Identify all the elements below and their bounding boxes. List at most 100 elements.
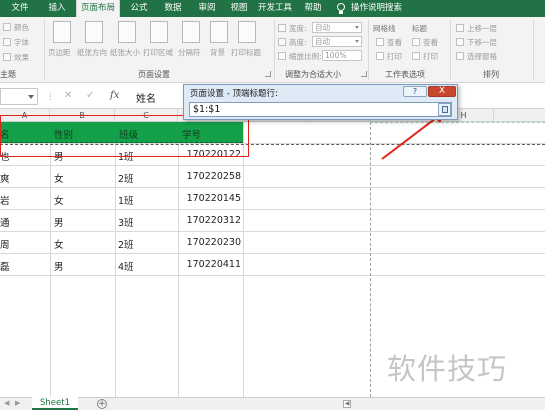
sheet-tab[interactable]: Sheet1 bbox=[32, 397, 78, 410]
sheet-bar: ◀ ▶ Sheet1 + ◀ bbox=[0, 397, 545, 410]
formula-bar-content[interactable]: 姓名 bbox=[136, 90, 156, 105]
table-cell[interactable]: 磊 bbox=[0, 259, 10, 273]
grid-line bbox=[0, 187, 545, 188]
insert-function-icon[interactable]: fx bbox=[110, 90, 119, 101]
margins-button[interactable]: 页边距 bbox=[48, 47, 71, 58]
height-value: 自动 bbox=[315, 37, 330, 46]
table-cell[interactable]: 男 bbox=[54, 259, 64, 273]
group-separator bbox=[274, 20, 275, 80]
table-cell[interactable]: 4班 bbox=[118, 259, 134, 273]
headings-print-label: 打印 bbox=[423, 52, 438, 61]
enter-icon[interactable]: ✓ bbox=[86, 90, 94, 101]
table-cell[interactable]: 岩 bbox=[0, 193, 10, 207]
formula-bar-handle: ⋮ bbox=[46, 92, 55, 102]
grid-line bbox=[0, 165, 545, 166]
chevron-down-icon bbox=[28, 95, 34, 99]
name-box[interactable] bbox=[0, 88, 38, 105]
selection-pane-icon bbox=[456, 52, 464, 60]
headings-view-label: 查看 bbox=[423, 38, 438, 47]
width-icon bbox=[278, 24, 286, 32]
watermark: 软件技巧 bbox=[387, 352, 508, 386]
theme-effects-button[interactable]: 效果 bbox=[14, 52, 29, 63]
orientation-icon bbox=[85, 21, 103, 43]
group-label-arrange: 排列 bbox=[483, 70, 499, 79]
breaks-button[interactable]: 分隔符 bbox=[178, 47, 201, 58]
group-label-page-setup: 页面设置 bbox=[138, 70, 170, 79]
next-sheet-icon[interactable]: ▶ bbox=[15, 399, 20, 407]
close-button[interactable]: X bbox=[428, 86, 456, 97]
print-area-button[interactable]: 打印区域 bbox=[143, 47, 173, 58]
tell-me-search[interactable]: 操作说明搜索 bbox=[351, 0, 402, 17]
tab-developer[interactable]: 开发工具 bbox=[253, 0, 297, 17]
colors-icon bbox=[3, 23, 11, 31]
table-cell[interactable]: 周 bbox=[0, 237, 10, 251]
selection-pane-button[interactable]: 选择窗格 bbox=[467, 51, 497, 62]
effects-icon bbox=[3, 53, 11, 61]
grid-line bbox=[0, 253, 545, 254]
table-cell[interactable]: 女 bbox=[54, 237, 64, 251]
headings-view-checkbox[interactable] bbox=[412, 38, 420, 46]
print-titles-icon bbox=[238, 21, 256, 43]
gridlines-print-checkbox[interactable] bbox=[376, 52, 384, 60]
size-icon bbox=[118, 21, 136, 43]
scroll-left-icon[interactable]: ◀ bbox=[343, 400, 351, 408]
table-cell[interactable]: 2班 bbox=[118, 237, 134, 251]
table-cell[interactable]: 男 bbox=[54, 215, 64, 229]
tab-file[interactable]: 文件 bbox=[0, 0, 40, 17]
headings-print-checkbox[interactable] bbox=[412, 52, 420, 60]
table-cell[interactable]: 女 bbox=[54, 171, 64, 185]
scale-icon bbox=[278, 52, 286, 60]
table-cell[interactable]: 通 bbox=[0, 215, 10, 229]
tab-help[interactable]: 帮助 bbox=[296, 0, 330, 17]
theme-fonts-button[interactable]: 字体 bbox=[14, 37, 29, 48]
tab-review[interactable]: 审阅 bbox=[190, 0, 224, 17]
size-button[interactable]: 纸张大小 bbox=[110, 47, 140, 58]
width-select[interactable]: 自动 bbox=[312, 22, 362, 33]
cancel-icon[interactable]: ✕ bbox=[64, 90, 72, 101]
table-cell[interactable]: 170220312 bbox=[180, 215, 241, 226]
title-rows-input[interactable]: $1:$1 bbox=[189, 102, 452, 117]
table-cell[interactable]: 3班 bbox=[118, 215, 134, 229]
scale-spinner[interactable]: 100% bbox=[322, 50, 362, 61]
table-cell[interactable]: 170220258 bbox=[180, 171, 241, 182]
bring-forward-button[interactable]: 上移一层 bbox=[467, 23, 497, 34]
height-select[interactable]: 自动 bbox=[312, 36, 362, 47]
gridlines-view-checkbox[interactable] bbox=[376, 38, 384, 46]
scale-label: 缩放比例: bbox=[289, 52, 322, 61]
grid-line bbox=[243, 122, 244, 397]
gridlines-label: 网格线 bbox=[373, 24, 396, 33]
print-area-icon bbox=[150, 21, 168, 43]
tab-view[interactable]: 视图 bbox=[222, 0, 256, 17]
tab-formulas[interactable]: 公式 bbox=[122, 0, 156, 17]
page-break-line bbox=[370, 122, 371, 397]
annotation-highlight-box bbox=[0, 115, 249, 157]
orientation-button[interactable]: 纸张方向 bbox=[77, 47, 107, 58]
chevron-down-icon bbox=[355, 40, 359, 43]
grid-line bbox=[0, 231, 545, 232]
table-cell[interactable]: 2班 bbox=[118, 171, 134, 185]
help-button[interactable]: ? bbox=[403, 86, 427, 97]
prev-sheet-icon[interactable]: ◀ bbox=[4, 399, 9, 407]
expand-dialog-button[interactable] bbox=[438, 103, 451, 116]
page-setup-launcher-icon[interactable] bbox=[265, 71, 271, 77]
tab-data[interactable]: 数据 bbox=[156, 0, 190, 17]
scale-launcher-icon[interactable] bbox=[361, 71, 367, 77]
tab-page-layout[interactable]: 页面布局 bbox=[76, 0, 120, 17]
group-label-themes: 主题 bbox=[0, 70, 16, 79]
send-backward-button[interactable]: 下移一层 bbox=[467, 37, 497, 48]
tab-insert[interactable]: 插入 bbox=[40, 0, 74, 17]
add-sheet-icon[interactable]: + bbox=[97, 399, 107, 409]
table-cell[interactable]: 170220145 bbox=[180, 193, 241, 204]
gridlines-view-label: 查看 bbox=[387, 38, 402, 47]
grid-line bbox=[178, 122, 179, 397]
table-cell[interactable]: 170220411 bbox=[180, 259, 241, 270]
table-cell[interactable]: 170220230 bbox=[180, 237, 241, 248]
scale-value: 100% bbox=[325, 51, 347, 60]
background-button[interactable]: 背景 bbox=[210, 47, 225, 58]
table-cell[interactable]: 爽 bbox=[0, 171, 10, 185]
table-cell[interactable]: 女 bbox=[54, 193, 64, 207]
grid-line bbox=[0, 209, 545, 210]
table-cell[interactable]: 1班 bbox=[118, 193, 134, 207]
print-titles-button[interactable]: 打印标题 bbox=[231, 47, 261, 58]
theme-colors-button[interactable]: 颜色 bbox=[14, 22, 29, 33]
